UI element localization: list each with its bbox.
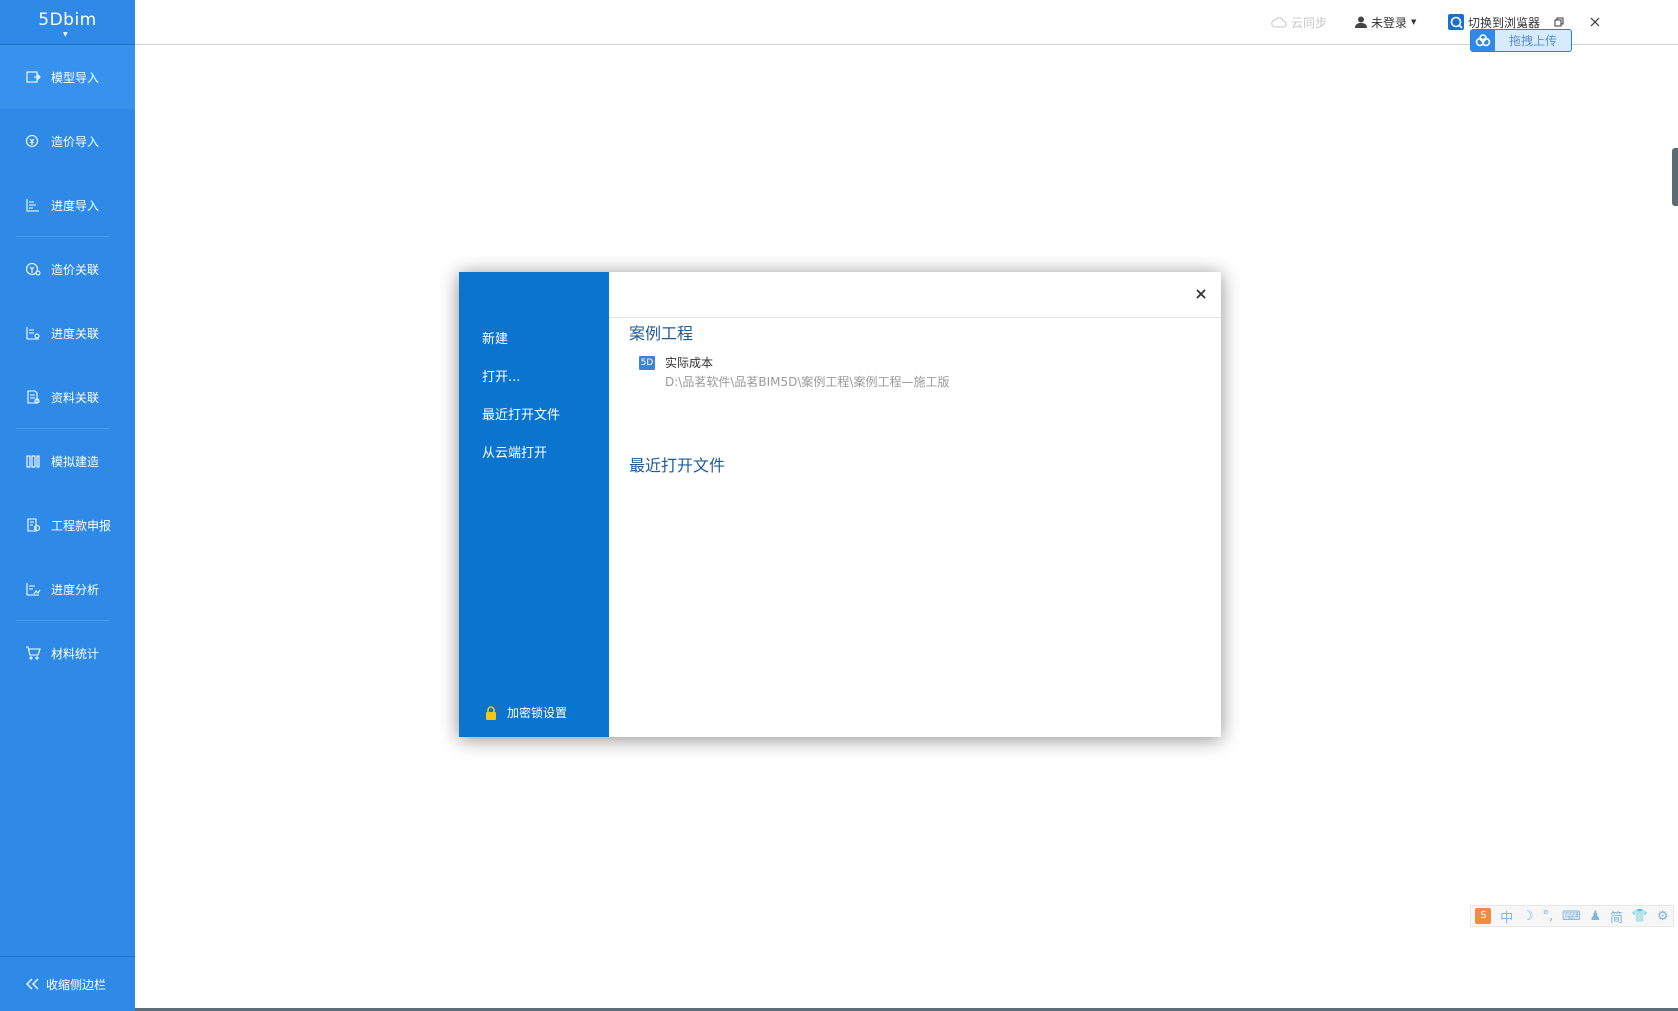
close-icon — [1590, 17, 1600, 27]
app-logo[interactable]: 5Dbim ▼ — [0, 0, 135, 45]
sidebar-item-cost-import[interactable]: 造价导入 — [0, 109, 135, 173]
minimize-icon — [1519, 24, 1527, 26]
sidebar-item-cost-link[interactable]: 造价关联 — [0, 237, 135, 301]
menu-open[interactable]: 打开... — [482, 366, 520, 385]
start-dialog: 新建 打开... 最近打开文件 从云端打开 加密锁设置 案例工程 5D 实际成本… — [459, 272, 1221, 737]
collapse-sidebar-button[interactable]: 收缩侧边栏 — [0, 956, 135, 1011]
moon-icon[interactable]: ☽ — [1522, 909, 1534, 924]
app-logo-text: 5Dbim — [38, 10, 97, 30]
lock-settings-button[interactable]: 加密锁设置 — [485, 704, 567, 721]
drag-upload-label: 拖拽上传 — [1508, 34, 1557, 48]
cost-link-icon — [25, 262, 41, 276]
sidebar-item-label: 进度分析 — [51, 582, 100, 597]
sidebar-item-label: 造价关联 — [51, 262, 100, 277]
model-import-icon — [26, 71, 41, 83]
sidebar-item-label: 模型导入 — [51, 70, 100, 85]
menu-new[interactable]: 新建 — [482, 328, 508, 347]
keyboard-icon[interactable]: ⌨ — [1562, 909, 1581, 924]
sidebar-item-label: 资料关联 — [51, 390, 100, 405]
browser-icon — [1448, 14, 1464, 30]
drag-upload-button[interactable]: 拖拽上传 — [1470, 29, 1572, 52]
user-icon[interactable]: ♟ — [1590, 909, 1602, 924]
close-icon[interactable] — [1193, 286, 1209, 302]
sidebar-item-label: 进度导入 — [51, 198, 100, 213]
simulation-icon — [26, 455, 40, 468]
login-label: 未登录 — [1371, 15, 1408, 30]
side-panel-handle[interactable] — [1672, 148, 1678, 206]
5d-file-icon: 5D — [639, 356, 655, 370]
sidebar-item-schedule-analysis[interactable]: 进度分析 — [0, 557, 135, 621]
dialog-menu-panel: 新建 打开... 最近打开文件 从云端打开 加密锁设置 — [459, 272, 609, 737]
dialog-header — [609, 272, 1221, 318]
cloud-sync-label: 云同步 — [1291, 15, 1328, 30]
gear-icon[interactable]: ⚙ — [1657, 909, 1669, 924]
cart-icon — [26, 646, 41, 660]
caret-down-icon: ▼ — [1411, 18, 1417, 26]
schedule-link-icon — [26, 327, 40, 340]
sidebar-item-label: 进度关联 — [51, 326, 100, 341]
ime-toolbar: S 中 ☽ °, ⌨ ♟ 简 👕 ⚙ — [1470, 905, 1674, 927]
recent-files-title: 最近打开文件 — [629, 456, 726, 475]
cloud-sync-button[interactable]: 云同步 — [1271, 13, 1327, 31]
sidebar-item-schedule-import[interactable]: 进度导入 — [0, 173, 135, 237]
schedule-import-icon — [26, 199, 39, 212]
file-info: 实际成本 D:\品茗软件\品茗BIM5D\案例工程\案例工程—施工版 — [665, 355, 949, 390]
chevron-down-icon: ▼ — [63, 31, 69, 38]
sample-projects-title: 案例工程 — [629, 324, 694, 343]
file-path: D:\品茗软件\品茗BIM5D\案例工程\案例工程—施工版 — [665, 375, 950, 389]
sample-file-item[interactable]: 5D 实际成本 D:\品茗软件\品茗BIM5D\案例工程\案例工程—施工版 — [639, 355, 949, 390]
double-chevron-left-icon — [26, 978, 39, 990]
sidebar-item-material-stats[interactable]: 材料统计 — [0, 621, 135, 685]
sidebar-item-simulation[interactable]: 模拟建造 — [0, 429, 135, 493]
close-window-button[interactable] — [1583, 10, 1607, 34]
file-name: 实际成本 — [665, 356, 714, 370]
ime-simplified[interactable]: 简 — [1610, 907, 1623, 926]
sidebar-item-model-import[interactable]: 模型导入 — [0, 45, 135, 109]
sidebar-item-label: 模拟建造 — [51, 454, 100, 469]
skin-icon[interactable]: 👕 — [1632, 909, 1648, 924]
sidebar: 5Dbim ▼ 模型导入 造价导入 进度导入 造价关联 进度关联 资料关联 模拟… — [0, 0, 135, 1011]
user-icon — [1355, 16, 1367, 28]
cost-import-icon — [25, 134, 39, 148]
sidebar-item-document-link[interactable]: 资料关联 — [0, 365, 135, 429]
login-dropdown[interactable]: 未登录 ▼ — [1355, 13, 1416, 31]
punctuation-icon[interactable]: °, — [1543, 909, 1554, 924]
sidebar-item-schedule-link[interactable]: 进度关联 — [0, 301, 135, 365]
sidebar-item-label: 工程款申报 — [51, 518, 112, 533]
baidu-cloud-icon — [1471, 30, 1495, 51]
ime-mode[interactable]: 中 — [1500, 907, 1513, 926]
schedule-analysis-icon — [26, 583, 41, 596]
sidebar-item-label: 造价导入 — [51, 134, 100, 149]
menu-recent-files[interactable]: 最近打开文件 — [482, 404, 560, 423]
top-bar: 云同步 未登录 ▼ 切换到浏览器 — [135, 0, 1678, 45]
menu-open-from-cloud[interactable]: 从云端打开 — [482, 442, 547, 461]
sidebar-item-payment-report[interactable]: 工程款申报 — [0, 493, 135, 557]
sidebar-item-label: 材料统计 — [51, 646, 100, 661]
document-link-icon — [27, 390, 40, 404]
dialog-content: 案例工程 5D 实际成本 D:\品茗软件\品茗BIM5D\案例工程\案例工程—施… — [609, 272, 1221, 737]
restore-icon — [1554, 17, 1564, 27]
ime-logo[interactable]: S — [1475, 908, 1492, 924]
lock-icon — [486, 705, 496, 720]
collapse-sidebar-label: 收缩侧边栏 — [46, 977, 107, 992]
lock-settings-label: 加密锁设置 — [507, 706, 568, 720]
payment-report-icon — [27, 518, 41, 532]
cloud-icon — [1271, 17, 1287, 28]
